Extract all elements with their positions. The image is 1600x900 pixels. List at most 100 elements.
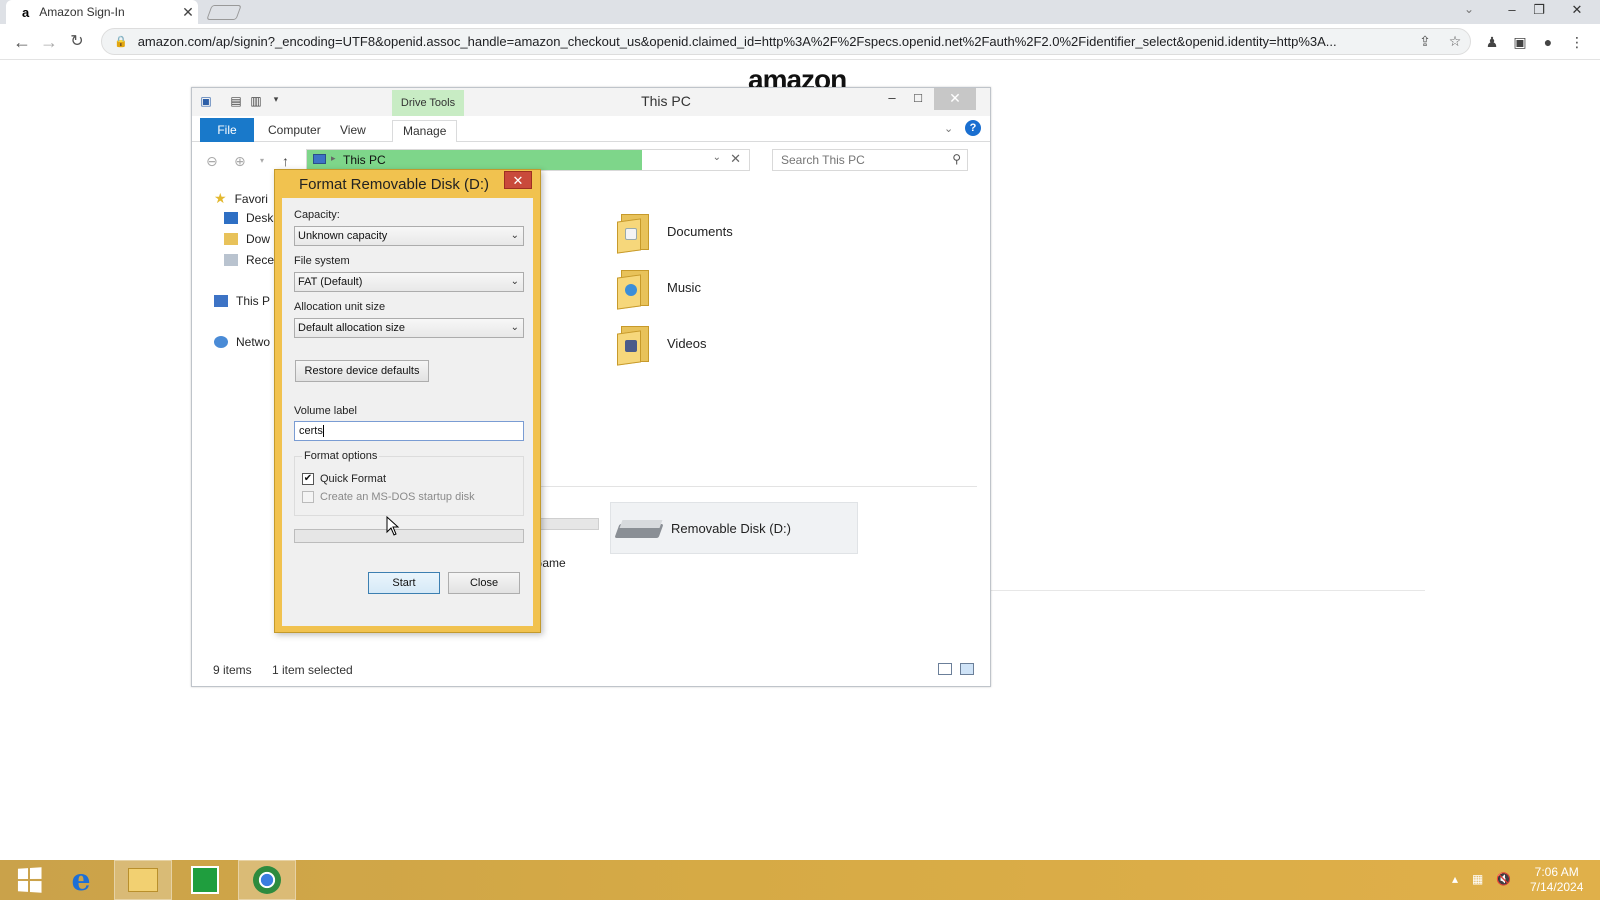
taskbar-internet-explorer[interactable]: e — [52, 860, 110, 900]
help-icon[interactable]: ? — [965, 120, 981, 136]
start-button-windows[interactable] — [0, 860, 58, 900]
msdos-startup-label: Create an MS-DOS startup disk — [320, 491, 475, 503]
address-url[interactable]: amazon.com/ap/signin?_encoding=UTF8&open… — [138, 34, 1410, 49]
back-arrow-icon[interactable]: ← — [10, 30, 34, 54]
removable-drive-icon — [614, 518, 664, 538]
ribbon-expand-chevron-icon[interactable]: ⌄ — [944, 122, 953, 135]
volume-label-value: certs — [299, 425, 323, 437]
address-stop-icon[interactable]: ✕ — [730, 151, 741, 167]
restore-defaults-button[interactable]: Restore device defaults — [295, 360, 429, 382]
taskbar-store[interactable] — [176, 860, 234, 900]
folder-music[interactable]: Music — [617, 266, 701, 310]
share-icon[interactable]: ⇪ — [1410, 33, 1440, 50]
videos-folder-icon — [617, 322, 651, 366]
tab-view[interactable]: View — [330, 120, 376, 142]
mouse-pointer-icon — [386, 516, 400, 536]
capacity-select[interactable]: Unknown capacity ⌄ — [294, 226, 524, 246]
documents-folder-icon — [617, 210, 651, 254]
folder-videos[interactable]: Videos — [617, 322, 707, 366]
msdos-startup-checkbox[interactable] — [302, 491, 314, 503]
breadcrumb-arrow-icon[interactable]: ▸ — [331, 153, 336, 164]
close-button[interactable]: Close — [448, 572, 520, 594]
format-progress-bar — [294, 529, 524, 543]
nav-label: Netwo — [236, 335, 271, 349]
show-hidden-icons-icon[interactable]: ▴ — [1452, 872, 1458, 886]
address-bar[interactable]: 🔒 amazon.com/ap/signin?_encoding=UTF8&op… — [101, 28, 1471, 55]
format-dialog: Format Removable Disk (D:) ✕ Capacity: U… — [274, 169, 541, 633]
nav-label: Desk — [246, 211, 274, 225]
tab-amazon-signin[interactable]: a Amazon Sign-In ✕ — [6, 0, 198, 24]
address-dropdown-icon[interactable]: ⌄ — [713, 152, 721, 163]
folder-label: Music — [667, 279, 701, 295]
explorer-minimize-button[interactable]: – — [878, 88, 906, 110]
tab-search-chevron-icon[interactable]: ⌄ — [1464, 2, 1474, 16]
navigation-pane: ★ Favori Desk Dow Rece This P Netwo — [192, 180, 274, 650]
start-button[interactable]: Start — [368, 572, 440, 594]
removable-disk-tile[interactable]: Removable Disk (D:) — [610, 502, 858, 554]
nav-network[interactable]: Netwo — [214, 335, 270, 349]
nav-desktop[interactable]: Desk — [224, 211, 273, 225]
ribbon-tabs: File Computer View Manage ⌄ ? — [192, 116, 990, 142]
nav-label: Favori — [234, 191, 268, 206]
tab-file[interactable]: File — [200, 118, 254, 142]
nav-recent[interactable]: Rece — [224, 253, 274, 267]
recent-locations-icon[interactable]: ▾ — [260, 156, 264, 165]
allocation-value: Default allocation size — [298, 322, 406, 334]
lock-icon: 🔒 — [114, 36, 128, 48]
volume-label-input[interactable]: certs — [294, 421, 524, 441]
tab-close-icon[interactable]: ✕ — [178, 4, 198, 21]
section-divider — [537, 486, 977, 487]
desktop-icon — [224, 212, 238, 224]
quick-format-checkbox[interactable]: ✔ — [302, 473, 314, 485]
explorer-search[interactable]: ⚲ — [772, 149, 968, 171]
browser-close-button[interactable]: ✕ — [1562, 0, 1592, 22]
format-options-group — [294, 456, 524, 516]
nav-favorites[interactable]: ★ Favori — [214, 190, 268, 207]
reload-icon[interactable]: ↻ — [65, 30, 89, 54]
side-panel-icon[interactable]: ▣ — [1509, 32, 1531, 52]
browser-toolbar: ← → ↻ 🔒 amazon.com/ap/signin?_encoding=U… — [0, 24, 1600, 60]
allocation-select[interactable]: Default allocation size ⌄ — [294, 318, 524, 338]
browser-restore-button[interactable]: ❐ — [1524, 0, 1554, 22]
quick-format-label[interactable]: Quick Format — [320, 473, 386, 485]
filesystem-value: FAT (Default) — [298, 276, 363, 288]
bookmark-star-icon[interactable]: ☆ — [1440, 33, 1470, 50]
browser-minimize-button[interactable]: – — [1497, 0, 1527, 22]
system-clock[interactable]: 7:06 AM 7/14/2024 — [1530, 865, 1583, 895]
volume-muted-icon[interactable]: 🔇 — [1496, 872, 1511, 886]
network-icon — [214, 336, 228, 348]
forward-arrow-icon[interactable]: → — [37, 30, 61, 54]
folder-documents[interactable]: Documents — [617, 210, 733, 254]
music-folder-icon — [617, 266, 651, 310]
clock-date: 7/14/2024 — [1530, 880, 1584, 894]
status-bar: 9 items 1 item selected — [192, 658, 990, 682]
search-icon[interactable]: ⚲ — [952, 152, 961, 166]
explorer-maximize-button[interactable]: □ — [904, 88, 932, 110]
tab-manage[interactable]: Manage — [392, 120, 458, 142]
search-input[interactable] — [779, 151, 939, 169]
chevron-down-icon: ⌄ — [510, 322, 519, 333]
explorer-forward-icon[interactable]: ⊕ — [234, 153, 246, 170]
browser-menu-icon[interactable]: ⋮ — [1566, 32, 1588, 52]
nav-this-pc[interactable]: This P — [214, 294, 270, 308]
nav-downloads[interactable]: Dow — [224, 232, 270, 246]
large-icons-view-icon[interactable] — [960, 663, 974, 675]
details-view-icon[interactable] — [938, 663, 952, 675]
filesystem-select[interactable]: FAT (Default) ⌄ — [294, 272, 524, 292]
breadcrumb[interactable]: This PC — [343, 153, 386, 167]
profile-avatar-icon[interactable]: ● — [1537, 32, 1559, 52]
taskbar-file-explorer[interactable] — [114, 860, 172, 900]
up-arrow-icon[interactable]: ↑ — [282, 153, 289, 169]
explorer-back-icon[interactable]: ⊖ — [206, 153, 218, 170]
taskbar-chrome[interactable] — [238, 860, 296, 900]
explorer-close-button[interactable]: ✕ — [934, 88, 976, 110]
dialog-close-button[interactable]: ✕ — [504, 171, 532, 189]
new-tab-button[interactable] — [206, 5, 242, 20]
network-status-icon[interactable]: ▦ — [1472, 872, 1483, 886]
this-pc-small-icon — [313, 154, 326, 164]
nav-label: This P — [236, 294, 271, 308]
tab-computer[interactable]: Computer — [258, 120, 331, 142]
clock-time: 7:06 AM — [1534, 865, 1579, 879]
extension-icon[interactable]: ♟ — [1481, 32, 1503, 52]
explorer-address-bar[interactable]: ▸ This PC ⌄ ✕ — [306, 149, 750, 171]
